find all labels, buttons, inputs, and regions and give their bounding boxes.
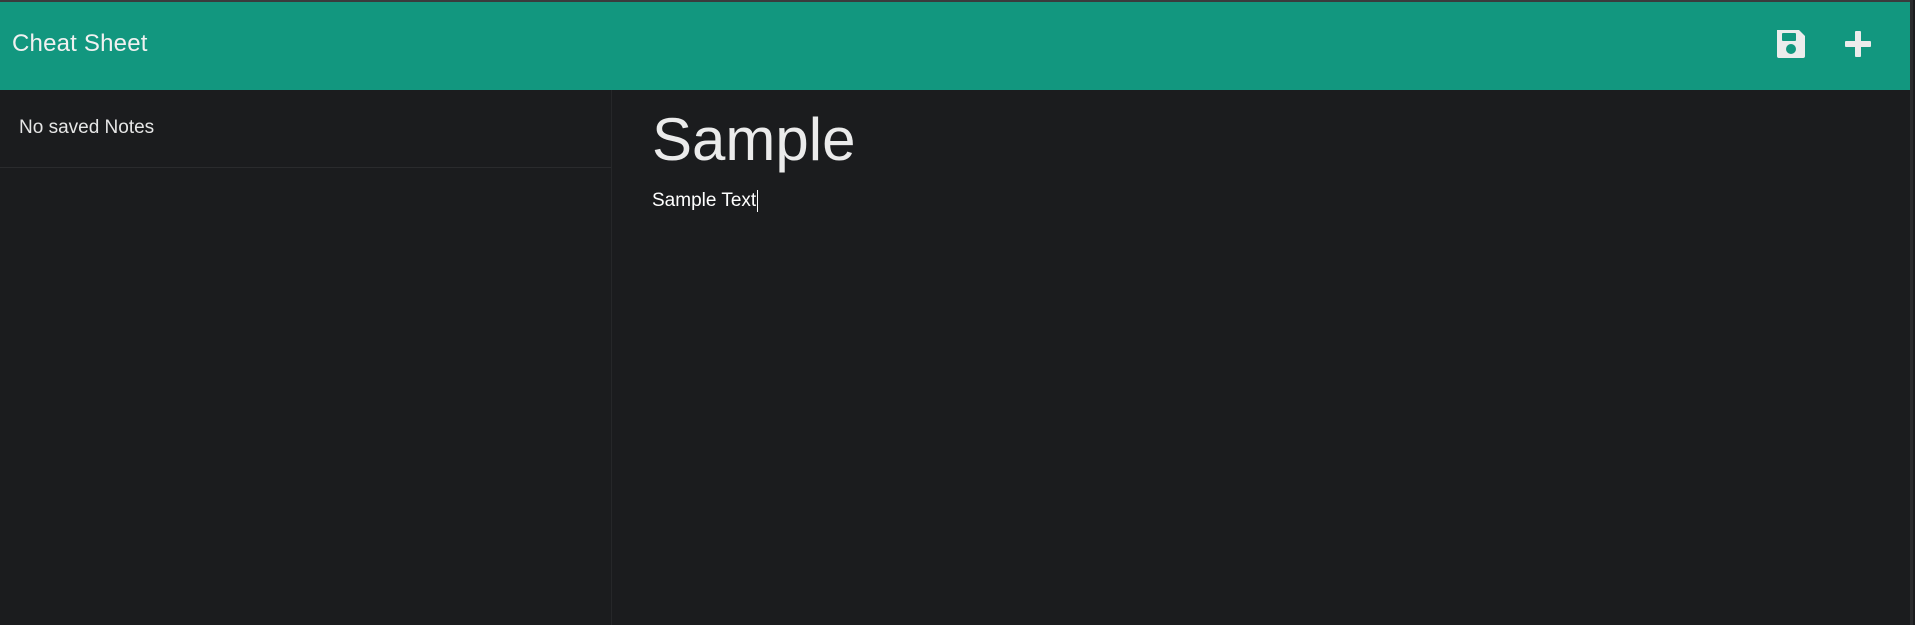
- notes-sidebar: No saved Notes: [0, 90, 612, 625]
- note-editor: Sample Sample Text: [652, 90, 1852, 212]
- note-text-input[interactable]: Sample Text: [652, 190, 759, 212]
- plus-icon[interactable]: [1840, 26, 1876, 62]
- navbar: Cheat Sheet: [0, 0, 1910, 90]
- save-icon[interactable]: [1773, 26, 1809, 62]
- empty-notes-message: No saved Notes: [0, 90, 611, 168]
- note-title-input[interactable]: Sample: [652, 104, 1852, 176]
- app-title: Cheat Sheet: [12, 30, 148, 57]
- app-window: Cheat Sheet No saved Notes Sample Sample…: [0, 0, 1913, 625]
